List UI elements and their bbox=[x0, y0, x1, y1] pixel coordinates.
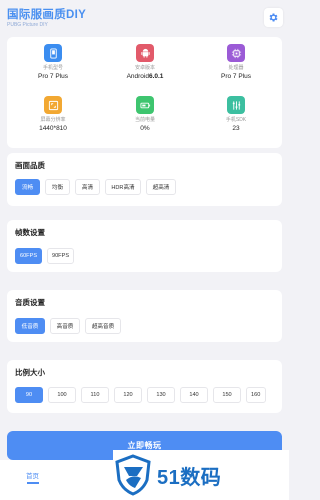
quality-option-ultra[interactable]: 超高清 bbox=[146, 179, 176, 195]
ratio-option-100[interactable]: 100 bbox=[48, 387, 76, 403]
fps-option-60[interactable]: 60FPS bbox=[15, 248, 42, 264]
device-info-card: 手机型号 Pro 7 Plus 安卓版本 Android6.0.1 处理器 Pr… bbox=[7, 37, 282, 148]
info-sdk: 手机SDK 23 bbox=[196, 96, 276, 133]
info-phone-model: 手机型号 Pro 7 Plus bbox=[13, 44, 93, 81]
sliders-icon bbox=[227, 96, 245, 114]
ratio-option-120[interactable]: 120 bbox=[114, 387, 142, 403]
audio-option-low[interactable]: 低音质 bbox=[15, 318, 45, 334]
fps-title: 帧数设置 bbox=[15, 228, 45, 237]
info-processor: 处理器 Pro 7 Plus bbox=[196, 44, 276, 81]
audio-title: 音质设置 bbox=[15, 298, 45, 307]
battery-icon bbox=[136, 96, 154, 114]
quality-option-balanced[interactable]: 均衡 bbox=[45, 179, 70, 195]
shield-logo-icon bbox=[115, 454, 151, 496]
info-screen-resolution: 屏幕分辨率 1440*810 bbox=[13, 96, 93, 133]
ratio-option-90[interactable]: 90 bbox=[15, 387, 43, 403]
fps-card: 帧数设置 60FPS 90FPS bbox=[7, 220, 282, 272]
watermark-text: 51数码 bbox=[157, 466, 222, 489]
tab-home[interactable]: 首页 bbox=[26, 470, 39, 484]
quality-option-hdr[interactable]: HDR高清 bbox=[105, 179, 141, 195]
gear-icon bbox=[269, 13, 278, 22]
audio-card: 音质设置 低音质 高音质 超高音质 bbox=[7, 290, 282, 342]
chip-icon bbox=[227, 44, 245, 62]
info-android-version: 安卓版本 Android6.0.1 bbox=[105, 44, 185, 81]
settings-button[interactable] bbox=[264, 8, 283, 27]
ratio-option-110[interactable]: 110 bbox=[81, 387, 109, 403]
app-subtitle: PUBG Picture DIY bbox=[7, 22, 48, 28]
app-title: 国际服画质DIY bbox=[7, 9, 87, 21]
audio-option-high[interactable]: 高音质 bbox=[50, 318, 80, 334]
quality-option-smooth[interactable]: 流畅 bbox=[15, 179, 40, 195]
ratio-option-140[interactable]: 140 bbox=[180, 387, 208, 403]
phone-icon bbox=[44, 44, 62, 62]
app-header: 国际服画质DIY PUBG Picture DIY bbox=[0, 0, 289, 34]
audio-option-ultra[interactable]: 超高音质 bbox=[85, 318, 121, 334]
android-icon bbox=[136, 44, 154, 62]
resolution-icon bbox=[44, 96, 62, 114]
ratio-option-150[interactable]: 150 bbox=[213, 387, 241, 403]
ratio-card: 比例大小 90 100 110 120 130 140 150 160 bbox=[7, 360, 282, 413]
tab-home-indicator bbox=[26, 482, 39, 484]
tab-home-label: 首页 bbox=[26, 473, 39, 480]
quality-title: 画面品质 bbox=[15, 161, 45, 170]
quality-option-hd[interactable]: 高清 bbox=[75, 179, 100, 195]
quality-card: 画面品质 流畅 均衡 高清 HDR高清 超高清 bbox=[7, 153, 282, 206]
info-battery: 当前电量 0% bbox=[105, 96, 185, 133]
watermark: 51数码 bbox=[113, 450, 289, 500]
fps-option-90[interactable]: 90FPS bbox=[47, 248, 74, 264]
ratio-option-160[interactable]: 160 bbox=[246, 387, 266, 403]
ratio-title: 比例大小 bbox=[15, 368, 45, 377]
ratio-option-130[interactable]: 130 bbox=[147, 387, 175, 403]
